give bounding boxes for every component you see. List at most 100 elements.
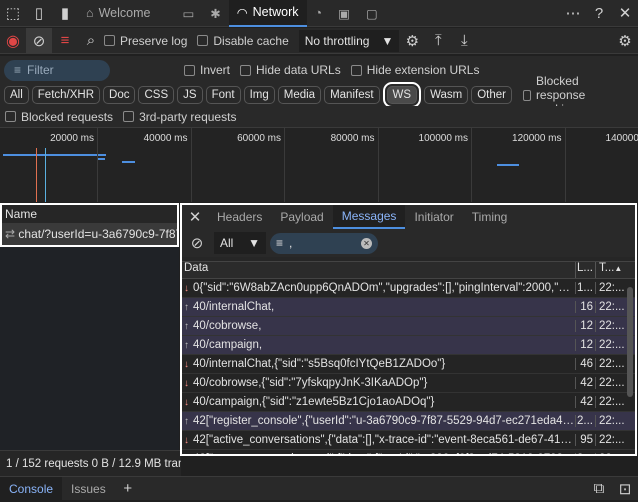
message-row[interactable]: ↑ 42["register_console",{"userId":"u-3a67… bbox=[182, 412, 635, 431]
tab-elements[interactable] bbox=[158, 0, 174, 27]
arrow-down-icon: ↓ bbox=[184, 283, 189, 294]
request-name: chat/?userId=u-3a6790c9-7f87... bbox=[18, 227, 177, 241]
message-filter-input[interactable]: ≡, ✕ bbox=[270, 232, 378, 254]
timeline-tick-label: 120000 ms bbox=[512, 133, 562, 144]
message-row[interactable]: ↓ 40/cobrowse,{"sid":"7yfskqpyJnK-3IKaADO… bbox=[182, 374, 635, 393]
help-icon[interactable]: ? bbox=[586, 0, 612, 26]
tab-timing[interactable]: Timing bbox=[463, 205, 517, 229]
network-toolbar: ◉ ⊘ ≡ ⌕ Preserve log Disable cache No th… bbox=[0, 27, 638, 54]
message-time: 22:... bbox=[595, 415, 627, 427]
export-har-icon[interactable]: ⤓ bbox=[451, 28, 477, 54]
type-filter-other[interactable]: Other bbox=[471, 86, 512, 104]
request-row[interactable]: ⇄ chat/?userId=u-3a6790c9-7f87... bbox=[2, 223, 177, 245]
import-har-icon[interactable]: ⤒ bbox=[425, 28, 451, 54]
network-conditions-icon[interactable]: ⚙ bbox=[399, 28, 425, 54]
column-time[interactable]: T...▲ bbox=[595, 262, 627, 278]
tab-sources-bug[interactable]: ✱ bbox=[202, 0, 228, 27]
timeline-tick-label: 80000 ms bbox=[330, 133, 375, 144]
clear-filter-icon[interactable]: ✕ bbox=[361, 237, 372, 249]
message-data: 40/cobrowse,{"sid":"7yfskqpyJnK-3IKaADOp… bbox=[193, 377, 428, 389]
arrow-up-icon: ↑ bbox=[184, 340, 189, 351]
settings-gear-icon[interactable]: ⚙ bbox=[612, 28, 638, 54]
sort-ascending-icon: ▲ bbox=[614, 264, 623, 273]
column-length[interactable]: L... bbox=[575, 262, 595, 278]
dock-side-icon[interactable]: ▮ bbox=[52, 0, 78, 26]
type-filter-media[interactable]: Media bbox=[277, 86, 322, 104]
type-filter-ws[interactable]: WS bbox=[382, 82, 422, 108]
type-filter-js[interactable]: JS bbox=[177, 86, 203, 104]
message-time: 22:... bbox=[595, 377, 627, 389]
invert-checkbox[interactable]: Invert bbox=[184, 63, 230, 77]
tab-console[interactable]: Console bbox=[0, 476, 63, 501]
timeline-tick-label: 20000 ms bbox=[50, 133, 94, 144]
clear-icon[interactable]: ⊘ bbox=[26, 27, 52, 54]
arrow-down-icon: ↓ bbox=[184, 454, 193, 456]
device-toolbar-icon[interactable]: ▯ bbox=[26, 0, 52, 26]
preserve-log-checkbox[interactable]: Preserve log bbox=[104, 34, 187, 48]
message-type-select[interactable]: All ▼ bbox=[214, 232, 266, 254]
type-filter-img[interactable]: Img bbox=[243, 86, 275, 104]
blocked-requests-checkbox[interactable]: Blocked requests bbox=[5, 110, 113, 124]
quick-view-icon[interactable]: ⧉ bbox=[586, 476, 612, 502]
sources-bug-icon: ✱ bbox=[210, 6, 221, 21]
message-row[interactable]: ↓ 0{"sid":"6W8abZAcn0upp6QnADOm","upgrade… bbox=[182, 279, 635, 298]
tab-memory-chip[interactable]: ▣ bbox=[330, 0, 358, 27]
message-row[interactable]: ↑ 40/cobrowse, 12 22:... bbox=[182, 317, 635, 336]
add-tab-icon[interactable]: + bbox=[115, 476, 141, 502]
type-filter-css[interactable]: CSS bbox=[138, 86, 175, 104]
message-time: 22:... bbox=[595, 320, 627, 332]
arrow-down-icon: ↓ bbox=[184, 397, 189, 408]
type-filter-manifest[interactable]: Manifest bbox=[324, 86, 380, 104]
message-row[interactable]: ↓ 42["active_conversations",{"data":[],"x… bbox=[182, 431, 635, 450]
hide-data-urls-checkbox[interactable]: Hide data URLs bbox=[240, 63, 341, 77]
clear-messages-icon[interactable]: ⊘ bbox=[184, 230, 210, 256]
network-overview-timeline[interactable]: 20000 ms 40000 ms 60000 ms 80000 ms 100000 m… bbox=[0, 127, 638, 202]
throttling-select[interactable]: No throttling ▼ bbox=[298, 29, 400, 52]
tab-messages[interactable]: Messages bbox=[332, 205, 406, 229]
scrollbar[interactable] bbox=[627, 287, 633, 397]
more-icon[interactable]: ⋯ bbox=[560, 0, 586, 26]
column-data[interactable]: Data bbox=[182, 262, 575, 278]
close-details-icon[interactable]: ✕ bbox=[182, 205, 208, 230]
timeline-tick-label: 100000 ms bbox=[418, 133, 468, 144]
tab-console[interactable]: ▭ bbox=[174, 0, 202, 27]
type-filter-font[interactable]: Font bbox=[205, 86, 241, 104]
tab-network[interactable]: ◠ Network bbox=[228, 0, 307, 27]
tab-payload[interactable]: Payload bbox=[271, 205, 332, 229]
tab-welcome[interactable]: ⌂ Welcome bbox=[78, 0, 158, 27]
search-icon[interactable]: ⌕ bbox=[78, 28, 104, 54]
third-party-checkbox[interactable]: 3rd-party requests bbox=[123, 110, 236, 124]
tab-application[interactable]: ▢ bbox=[358, 0, 386, 27]
message-row[interactable]: ↑ 40/campaign, 12 22:... bbox=[182, 336, 635, 355]
message-time: 22:... bbox=[595, 282, 627, 294]
filter-input[interactable]: ≡ Filter bbox=[4, 59, 110, 81]
name-column-header[interactable]: Name bbox=[2, 205, 177, 223]
message-length: 95 bbox=[575, 434, 595, 446]
dock-drawer-icon[interactable]: ⊡ bbox=[612, 476, 638, 502]
third-party-label: 3rd-party requests bbox=[139, 109, 237, 124]
message-row[interactable]: ↓42["agent_status_changed",{"data":{"org… bbox=[182, 450, 635, 456]
message-time: 22:... bbox=[595, 396, 627, 408]
record-icon[interactable]: ◉ bbox=[0, 28, 26, 54]
load-marker bbox=[45, 148, 46, 202]
filter-toggle-icon[interactable]: ≡ bbox=[52, 28, 78, 54]
websocket-icon: ⇄ bbox=[5, 227, 19, 241]
message-row[interactable]: ↓ 40/internalChat,{"sid":"s5Bsq0fcIYtQeB1… bbox=[182, 355, 635, 374]
hide-extension-urls-checkbox[interactable]: Hide extension URLs bbox=[350, 63, 479, 77]
type-filter-fetch-xhr[interactable]: Fetch/XHR bbox=[31, 86, 101, 104]
type-filter-wasm[interactable]: Wasm bbox=[424, 86, 469, 104]
request-summary: 1 / 152 requests 0 B / 12.9 MB trans bbox=[6, 457, 181, 470]
disable-cache-checkbox[interactable]: Disable cache bbox=[197, 34, 289, 48]
close-icon[interactable]: ✕ bbox=[612, 0, 638, 26]
messages-list: ↓ 0{"sid":"6W8abZAcn0upp6QnADOm","upgrade… bbox=[182, 279, 635, 456]
tab-performance[interactable]: ◔ bbox=[307, 0, 331, 27]
message-row[interactable]: ↑ 40/internalChat, 16 22:... bbox=[182, 298, 635, 317]
tab-issues[interactable]: Issues bbox=[62, 477, 115, 501]
message-row[interactable]: ↓ 40/campaign,{"sid":"z1ewte5Bz1Cjo1aoADO… bbox=[182, 393, 635, 412]
inspect-element-icon[interactable]: ⬚ bbox=[0, 0, 26, 26]
type-filter-all[interactable]: All bbox=[4, 86, 29, 104]
type-filter-doc[interactable]: Doc bbox=[103, 86, 136, 104]
devtools-tab-bar: ⬚ ▯ ▮ ⌂ Welcome ▭ ✱ ◠ Network ◔ ▣ ▢ ⋯ ? ✕ bbox=[0, 0, 638, 27]
tab-initiator[interactable]: Initiator bbox=[405, 205, 462, 229]
tab-headers[interactable]: Headers bbox=[208, 205, 271, 229]
